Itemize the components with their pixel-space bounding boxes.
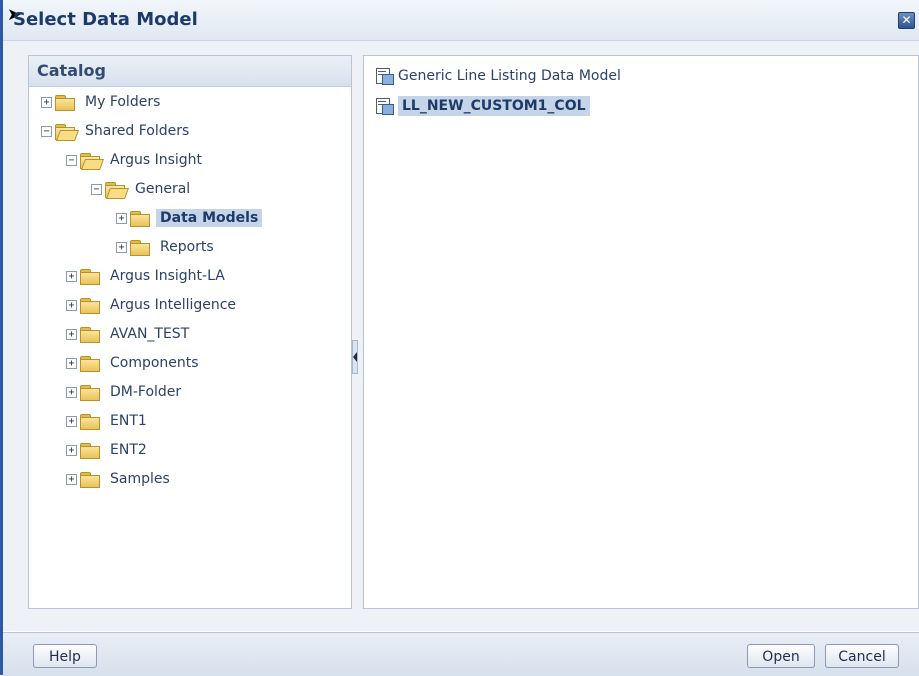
folder-icon [80, 297, 100, 314]
folder-icon [80, 384, 100, 401]
expand-icon[interactable]: + [66, 444, 77, 456]
folder-icon [80, 471, 100, 488]
collapse-arrow-icon [353, 352, 357, 362]
tree-node-label[interactable]: ENT1 [110, 413, 147, 429]
tree-node-label[interactable]: DM-Folder [110, 384, 181, 400]
tree-node-label[interactable]: Shared Folders [85, 123, 189, 139]
data-model-list: Generic Line Listing Data Model LL_NEW_CU… [363, 55, 919, 609]
tree-node[interactable]: + Samples [66, 467, 170, 491]
dialog-title-bar[interactable]: ➤ Select Data Model ✕ [3, 0, 919, 41]
data-model-item[interactable]: Generic Line Listing Data Model [376, 68, 621, 85]
data-model-label[interactable]: Generic Line Listing Data Model [398, 68, 621, 84]
tree-node[interactable]: + ENT2 [66, 438, 147, 462]
data-model-icon [376, 68, 394, 85]
expand-icon[interactable]: + [66, 328, 77, 340]
folder-icon [80, 413, 100, 430]
tree-node-label[interactable]: Data Models [156, 209, 263, 227]
expand-icon[interactable]: + [116, 241, 127, 253]
folder-icon [80, 268, 100, 285]
expand-icon[interactable]: + [66, 415, 77, 427]
data-model-label[interactable]: LL_NEW_CUSTOM1_COL [398, 96, 590, 116]
folder-open-icon [55, 123, 80, 141]
data-model-icon [376, 98, 394, 115]
folder-open-icon [80, 152, 105, 170]
tree-node[interactable]: + AVAN_TEST [66, 322, 189, 346]
expand-icon[interactable]: + [41, 96, 52, 108]
tree-node-label[interactable]: Components [110, 355, 199, 371]
expand-icon[interactable]: + [116, 212, 127, 224]
tree-node[interactable]: + My Folders [41, 90, 160, 114]
collapse-icon[interactable]: − [91, 183, 102, 195]
expand-icon[interactable]: + [66, 270, 77, 282]
collapse-icon[interactable]: − [66, 154, 77, 166]
folder-open-icon [105, 181, 130, 199]
dialog-title: Select Data Model [13, 9, 198, 30]
folder-icon [130, 210, 150, 227]
close-icon[interactable]: ✕ [898, 12, 915, 29]
folder-icon [80, 442, 100, 459]
tree-node-label[interactable]: Argus Insight [110, 152, 202, 168]
tree-node[interactable]: + ENT1 [66, 409, 147, 433]
tree-node-label[interactable]: My Folders [85, 94, 160, 110]
expand-icon[interactable]: + [66, 357, 77, 369]
folder-icon [55, 94, 75, 111]
tree-node[interactable]: + Reports [116, 235, 214, 259]
tree-node[interactable]: + DM-Folder [66, 380, 181, 404]
tree-node-label[interactable]: Samples [110, 471, 170, 487]
tree-node-label[interactable]: ENT2 [110, 442, 147, 458]
tree-node-label[interactable]: General [135, 181, 190, 197]
tree-node-label[interactable]: Reports [160, 239, 214, 255]
catalog-panel: Catalog + My Folders − Shared Folders − Argus… [28, 55, 352, 609]
cancel-button[interactable]: Cancel [825, 644, 899, 668]
tree-node[interactable]: + Components [66, 351, 199, 375]
tree-node[interactable]: + Argus Insight-LA [66, 264, 225, 288]
data-model-item[interactable]: LL_NEW_CUSTOM1_COL [376, 96, 590, 116]
tree-node-label[interactable]: AVAN_TEST [110, 326, 189, 342]
tree-node[interactable]: + Data Models [116, 206, 263, 230]
dialog-footer: Help Open Cancel [3, 632, 919, 676]
expand-icon[interactable]: + [66, 473, 77, 485]
tree-node[interactable]: − Argus Insight [66, 148, 202, 172]
tree-node-label[interactable]: Argus Insight-LA [110, 268, 225, 284]
expand-icon[interactable]: + [66, 386, 77, 398]
tree-node-label[interactable]: Argus Intelligence [110, 297, 236, 313]
collapse-icon[interactable]: − [41, 125, 52, 137]
tree-node[interactable]: + Argus Intelligence [66, 293, 236, 317]
collapse-splitter[interactable] [352, 340, 358, 374]
folder-icon [80, 326, 100, 343]
tree-node[interactable]: − General [91, 177, 190, 201]
help-button[interactable]: Help [33, 644, 97, 668]
tree-node[interactable]: − Shared Folders [41, 119, 189, 143]
catalog-header: Catalog [29, 56, 351, 87]
folder-icon [130, 239, 150, 256]
open-button[interactable]: Open [747, 644, 815, 668]
expand-icon[interactable]: + [66, 299, 77, 311]
folder-icon [80, 355, 100, 372]
